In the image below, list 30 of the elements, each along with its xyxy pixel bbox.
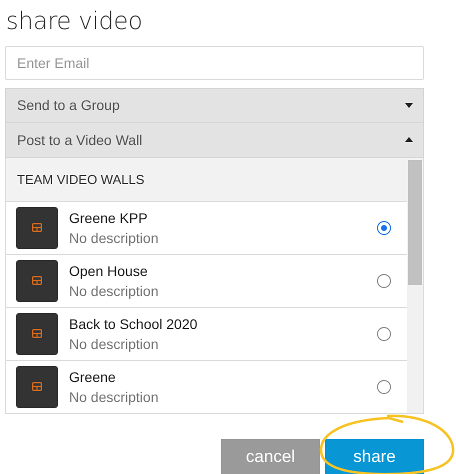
video-wall-item[interactable]: Open House No description: [6, 254, 407, 308]
item-name: Greene: [69, 368, 117, 385]
item-description: No description: [69, 230, 160, 246]
caret-icon: [405, 137, 413, 142]
email-field[interactable]: Enter Email: [5, 46, 424, 80]
item-description: No description: [69, 282, 160, 299]
list-header: TEAM VIDEO WALLS: [6, 158, 407, 202]
item-description: No description: [69, 336, 160, 352]
section-header[interactable]: Post to a Video Wall: [5, 122, 424, 158]
dialog-title: share video: [6, 6, 144, 37]
grid-icon: [32, 329, 42, 338]
grid-icon: [32, 223, 42, 232]
item-description: No description: [69, 388, 160, 405]
item-name: Back to School 2020: [69, 316, 198, 332]
radio-button[interactable]: [377, 220, 391, 235]
caret-icon: [405, 102, 413, 108]
section-header[interactable]: Send to a Group: [5, 88, 424, 123]
section-label: Post to a Video Wall: [17, 132, 142, 148]
radio-button[interactable]: [377, 380, 391, 394]
item-name: Greene KPP: [69, 210, 149, 226]
grid-icon: [32, 276, 42, 286]
scrollbar[interactable]: [407, 158, 423, 413]
video-wall-item[interactable]: Greene No description: [6, 360, 407, 413]
radio-button[interactable]: [377, 326, 391, 341]
radio-button[interactable]: [377, 274, 391, 288]
item-name: Open House: [69, 262, 149, 279]
video-wall-item[interactable]: Greene KPP No description: [6, 202, 407, 255]
video-wall-item[interactable]: Back to School 2020 No description: [6, 308, 407, 361]
grid-icon: [32, 382, 42, 392]
section-label: Send to a Group: [17, 97, 120, 114]
